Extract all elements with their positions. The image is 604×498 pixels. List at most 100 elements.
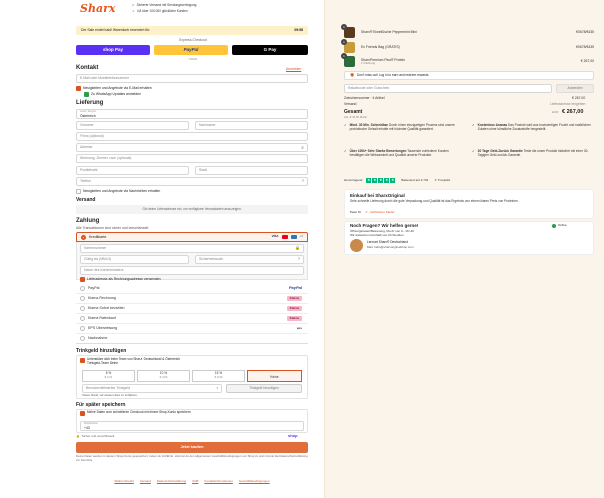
country-select[interactable]: Land / Region Österreich [76, 109, 308, 119]
online-dot-icon [552, 224, 556, 228]
trustpilot-logo: ★ Trustpilot [434, 177, 451, 182]
shop-logo: shop [288, 433, 298, 438]
footer-link[interactable]: Geschäftsbedingungen [239, 479, 270, 484]
radio-selected[interactable] [81, 234, 86, 240]
tip-heading: Trinkgeld hinzufügen [76, 348, 127, 354]
expiry-field[interactable]: Gültig bis (MM/JJ) [80, 255, 189, 264]
shipping-note-box: Gib deine Lieferadresse ein, um verfügba… [76, 205, 308, 214]
first-name-field[interactable]: Vorname [76, 121, 189, 130]
last-name-field[interactable]: Nachname [195, 121, 308, 130]
checkbox-checked[interactable] [80, 358, 85, 363]
check-icon: ✓ [344, 149, 347, 153]
radio-unselected[interactable] [80, 316, 85, 321]
paypal-button[interactable]: PayPal [154, 45, 228, 55]
secure-note: 🔒 Sicher und verschlüsselt [76, 434, 115, 438]
phone-field[interactable]: Telefon ? [76, 177, 308, 186]
tip-option-10[interactable]: 10 % € 4,62 [137, 370, 190, 382]
footer-link[interactable]: Datenschutzerklärung [157, 479, 186, 484]
sms-checkbox[interactable]: Neuigkeiten und Angebote via Nachrichten… [76, 189, 160, 194]
rewards-banner[interactable]: 🎁 Don't miss out! Log in to earn and red… [344, 71, 594, 80]
credit-card-option[interactable]: Kreditkarte VISA +4 [76, 232, 308, 242]
timer: 09:58 [294, 28, 303, 33]
review-title: Einkauf bei SharxOriginal [350, 193, 405, 198]
more-cards-icon: +4 [299, 234, 303, 239]
billing-checkbox[interactable]: Lieferadresse als Rechnungsadresse verwe… [80, 277, 161, 282]
product-image: 1 [341, 24, 355, 38]
or-divider: ODER [188, 57, 198, 61]
save-phone-field[interactable]: Mobiltelefon +43 [80, 421, 304, 431]
sale-banner: Der Sale endet bald! Warenkorb reservier… [76, 26, 308, 35]
payment-option-klarna-installments[interactable]: Klarna Ratenkauf Klarna [76, 314, 308, 324]
company-field[interactable]: Firma (optional) [76, 132, 308, 141]
card-number-field[interactable]: Kartennummer 🔒 [80, 244, 304, 253]
apply-coupon-button[interactable]: Anwenden [556, 84, 594, 93]
coupon-field[interactable]: Rabattcode oder Gutschein [344, 84, 552, 93]
tip-option-5[interactable]: 5 % € 2,31 [82, 370, 135, 382]
rating: ★ 4,8 über 100.000 glückliche Kunden [132, 9, 188, 13]
payment-option-eps[interactable]: EPS Überweisung eps [76, 324, 308, 334]
check-icon: ✔ [132, 3, 135, 7]
footer-link[interactable]: AGB [192, 479, 198, 484]
support-email[interactable]: Mail: hello@sharxoriginalshop.com [367, 245, 414, 250]
email-field[interactable]: E-Mail oder Mobiltelefonnummer [76, 74, 308, 83]
payment-option-klarna-invoice[interactable]: Klarna Rechnung Klarna [76, 294, 308, 304]
lock-icon: 🔒 [76, 434, 80, 438]
payment-option-klarna-sofort[interactable]: Klarna Sofort bezahlen Klarna [76, 304, 308, 314]
payment-heading: Zahlung [76, 218, 100, 224]
help-icon: ? [301, 178, 304, 184]
radio-unselected[interactable] [80, 296, 85, 301]
payment-option-cod[interactable]: Nachnahme [76, 334, 308, 344]
cart-item: 1 Sharx® Eiweißische Peppermint Mini €06… [341, 24, 594, 39]
news-checkbox[interactable]: Neuigkeiten und Angebote via E-Mail erha… [76, 86, 152, 91]
tip-option-15[interactable]: 15 % € 6,93 [192, 370, 245, 382]
payment-option-paypal[interactable]: PayPal PayPal [76, 284, 308, 294]
buy-now-button[interactable]: Jetzt kaufen [76, 442, 308, 453]
trust-bar: Hervorragend ★ ★ ★ ★ ★ Basierend auf 2.7… [344, 177, 451, 183]
review-author: Peter M. ✔ Verifizierter Käufer [350, 210, 395, 214]
google-pay-button[interactable]: G Pay [232, 45, 308, 55]
cardholder-field[interactable]: Name des Karteninhabers [80, 266, 304, 275]
checkbox-checked[interactable] [84, 92, 89, 97]
cvc-field[interactable]: Sicherheitscode ? [195, 255, 304, 264]
checkbox-checked[interactable] [80, 277, 85, 282]
radio-unselected[interactable] [80, 306, 85, 311]
checkbox-checked[interactable] [76, 86, 81, 91]
checkbox-unchecked[interactable] [76, 189, 81, 194]
total-currency: EUR [552, 110, 559, 114]
apartment-field[interactable]: Wohnung, Zimmer, usw. (optional) [76, 154, 308, 163]
star-icon: ★ [132, 9, 135, 13]
product-image: 1 [341, 53, 355, 67]
custom-tip-field[interactable]: Benutzerdefiniertes Trinkgeld ▾ [82, 384, 222, 393]
whatsapp-checkbox[interactable]: Zu WhatsApp Updates anmelden [84, 92, 141, 97]
save-heading: Für später speichern [76, 402, 126, 408]
radio-unselected[interactable] [80, 326, 85, 331]
radio-unselected[interactable] [80, 286, 85, 291]
footer-link[interactable]: Widerrufsrecht [114, 479, 134, 484]
feature-item: ✓ Mind. 30 Min. Schneidbar Durch einen e… [344, 123, 455, 131]
klarna-icon: Klarna [286, 315, 302, 322]
footer-link[interactable]: Kontaktinformationen [204, 479, 232, 484]
delivery-heading: Lieferung [76, 100, 104, 106]
zip-field[interactable]: Postleitzahl [76, 166, 189, 175]
total-value: € 267,00 [562, 109, 584, 115]
save-checkbox[interactable]: Meine Daten zum schnelleren Checkout mit… [80, 410, 240, 416]
brand-logo[interactable]: Sharx [80, 2, 115, 15]
radio-unselected[interactable] [80, 336, 85, 341]
checkout-form: Sharx ✔ Sicherer Versand mit Sendungsver… [70, 0, 316, 498]
footer-link[interactable]: Versand [140, 479, 151, 484]
feature-item: ✓ Über 100k+ Sehr Starke Bewertungen Tau… [344, 149, 449, 157]
shipping-note: ✔ Sicherer Versand mit Sendungsverfolgun… [132, 3, 197, 7]
checkbox-checked[interactable] [80, 411, 85, 416]
tip-checkbox[interactable]: Unterstütze dich beim Team von Shar✗ Deu… [80, 357, 280, 366]
express-label: Express-Checkout [179, 38, 207, 42]
tip-option-none[interactable]: Keine [247, 370, 302, 382]
add-tip-button[interactable]: Trinkgeld hinzufügen [226, 384, 302, 393]
gift-icon: 🎁 [350, 72, 354, 77]
address-field[interactable]: Adresse ⌕ [76, 143, 308, 152]
login-link[interactable]: Anmelden [286, 67, 301, 71]
support-title: Noch Fragen? Wir helfen gerne! [350, 223, 419, 228]
shop-pay-button[interactable]: shop Pay [76, 45, 150, 55]
klarna-icon: Klarna [286, 305, 302, 312]
city-field[interactable]: Stadt [195, 166, 308, 175]
support-response: Wir antworten innerhalb von 24 Stunden [350, 233, 404, 237]
